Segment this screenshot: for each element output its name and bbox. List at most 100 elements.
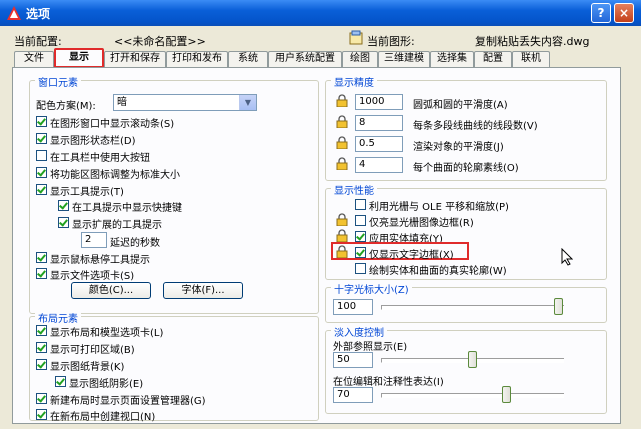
window-title: 选项 [26,7,51,21]
checkbox-layout-model-tabs[interactable] [36,325,47,336]
help-button[interactable]: ? [591,3,611,23]
rendered-smoothness-label: 渲染对象的平滑度(J) [413,142,504,153]
current-drawing-label: 当前图形: [367,35,415,48]
checkbox-rollover-tooltips[interactable] [36,252,47,263]
current-profile-value: <<未命名配置>> [114,35,206,48]
window-elements-title: 窗口元素 [35,74,81,89]
checkbox-paper-shadow[interactable] [55,376,66,387]
checkbox-show-status-bar[interactable] [36,133,47,144]
checkbox-file-tabs[interactable] [36,268,47,279]
display-resolution-title: 显示精度 [331,74,377,89]
crosshair-size-title: 十字光标大小(Z) [331,281,412,296]
arc-smoothness-input[interactable]: 1000 [355,94,403,110]
tab-system[interactable]: 系统 [228,51,268,67]
inplace-edit-slider-thumb[interactable] [502,386,512,403]
checkbox-solid-fill[interactable] [355,231,366,242]
colors-button[interactable]: 颜色(C)... [71,282,151,299]
polyline-segments-label: 每条多段线曲线的线段数(V) [413,121,538,132]
tab-3d-modeling[interactable]: 三维建模 [378,51,430,67]
tab-online[interactable]: 联机 [512,51,550,67]
option-label: 显示图形状态栏(D) [50,136,136,147]
lock-icon [336,94,348,107]
tab-drafting[interactable]: 绘图 [342,51,378,67]
checkbox-large-buttons[interactable] [36,150,47,161]
current-drawing-value: 复制粘贴丢失内容.dwg [475,35,590,48]
option-label: 显示图纸阴影(E) [69,379,144,390]
option-label: 显示鼠标悬停工具提示 [50,255,150,266]
checkbox-tooltip-shortcuts[interactable] [58,200,69,211]
options-dialog: 选项 ? × 当前配置: <<未命名配置>> 当前图形: 复制粘贴丢失内容.dw… [0,0,641,429]
layout-elements-title: 布局元素 [35,310,81,325]
lock-icon [336,245,348,258]
tab-profiles[interactable]: 配置 [474,51,512,67]
checkbox-ribbon-icon-size[interactable] [36,167,47,178]
checkbox-paper-background[interactable] [36,359,47,370]
contour-lines-label: 每个曲面的轮廓素线(O) [413,163,519,174]
chevron-down-icon[interactable]: ▼ [239,95,256,110]
display-performance-title: 显示性能 [331,182,377,197]
polyline-segments-input[interactable]: 8 [355,115,403,131]
color-scheme-value: 暗 [117,97,127,108]
mouse-pointer-icon [561,248,573,266]
option-label: 显示布局和模型选项卡(L) [50,328,164,339]
option-label: 绘制实体和曲面的真实轮廓(W) [369,266,507,277]
option-label: 利用光栅与 OLE 平移和缩放(P) [369,202,509,213]
display-tab-panel: 窗口元素 配色方案(M): 暗 ▼ 在图形窗口中显示滚动条(S) 显示图形状态栏… [12,67,621,424]
title-bar[interactable]: 选项 ? × [0,0,641,26]
rendered-smoothness-input[interactable]: 0.5 [355,136,403,152]
option-label: 显示工具提示(T) [50,187,124,198]
checkbox-raster-frame-only[interactable] [355,215,366,226]
lock-icon [336,229,348,242]
tab-user-preferences[interactable]: 用户系统配置 [268,51,342,67]
inplace-edit-label: 在位编辑和注释性表达(I) [333,377,444,388]
option-label: 显示图纸背景(K) [50,362,125,373]
xref-display-input[interactable]: 50 [333,352,373,368]
option-label: 将功能区图标调整为标准大小 [50,170,180,181]
option-label: 在新布局中创建视口(N) [50,412,156,423]
autocad-icon [7,6,21,20]
crosshair-size-slider[interactable] [381,305,564,310]
fonts-button[interactable]: 字体(F)... [163,282,243,299]
checkbox-create-viewport[interactable] [36,409,47,420]
inplace-edit-input[interactable]: 70 [333,387,373,403]
checkbox-true-silhouettes[interactable] [355,263,366,274]
tab-open-save[interactable]: 打开和保存 [104,51,166,67]
tooltip-delay-label: 延迟的秒数 [110,238,160,249]
checkbox-extended-tooltips[interactable] [58,217,69,228]
option-label: 在工具提示中显示快捷键 [72,203,182,214]
checkbox-page-setup-manager[interactable] [36,393,47,404]
option-label: 仅显示文字边框(X) [369,250,454,261]
lock-icon [336,136,348,149]
tab-files[interactable]: 文件 [14,51,54,67]
tab-selection[interactable]: 选择集 [430,51,474,67]
checkbox-printable-area[interactable] [36,342,47,353]
lock-icon [336,213,348,226]
option-label: 新建布局时显示页面设置管理器(G) [50,396,206,407]
fade-control-title: 淡入度控制 [331,324,387,339]
option-label: 在图形窗口中显示滚动条(S) [50,119,175,130]
arc-smoothness-label: 圆弧和圆的平滑度(A) [413,100,508,111]
checkbox-raster-pan-zoom[interactable] [355,199,366,210]
tab-display[interactable]: 显示 [54,48,104,68]
color-scheme-select[interactable]: 暗 ▼ [113,94,257,111]
crosshair-size-slider-thumb[interactable] [554,298,563,315]
lock-icon [336,115,348,128]
checkbox-show-scrollbars[interactable] [36,116,47,127]
current-profile-label: 当前配置: [14,35,62,48]
option-label: 显示扩展的工具提示 [72,220,162,231]
contour-lines-input[interactable]: 4 [355,157,403,173]
color-scheme-label: 配色方案(M): [36,101,96,112]
inplace-edit-slider[interactable] [381,393,564,398]
option-label: 在工具栏中使用大按钮 [50,153,150,164]
close-button[interactable]: × [614,3,634,23]
option-label: 显示可打印区域(B) [50,345,135,356]
option-label: 仅亮显光栅图像边框(R) [369,218,474,229]
lock-icon [336,157,348,170]
drawing-icon [349,30,363,45]
checkbox-text-frame-only[interactable] [355,247,366,258]
xref-display-slider-thumb[interactable] [467,351,477,368]
tab-plot-publish[interactable]: 打印和发布 [166,51,228,67]
tooltip-delay-input[interactable]: 2 [81,232,107,248]
checkbox-show-tooltips[interactable] [36,184,47,195]
crosshair-size-input[interactable]: 100 [333,299,373,315]
